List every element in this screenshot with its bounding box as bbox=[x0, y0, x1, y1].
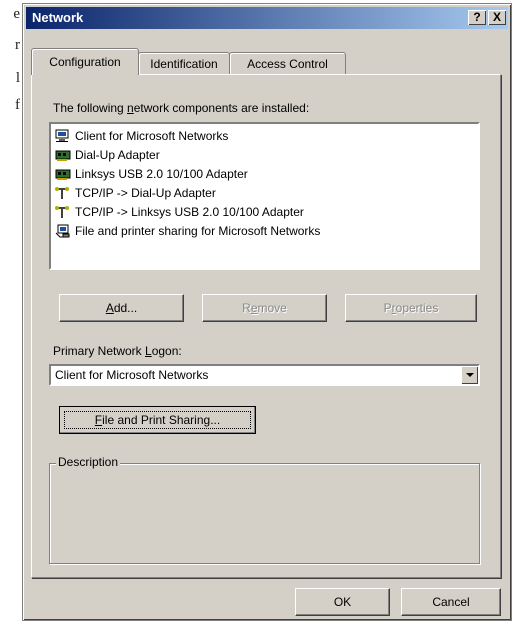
background-document-text: e r l f bbox=[13, 6, 20, 113]
tab-identification[interactable]: Identification bbox=[138, 52, 230, 74]
components-label: The following network components are ins… bbox=[53, 101, 310, 115]
primary-logon-select[interactable]: Client for Microsoft Networks bbox=[49, 364, 480, 386]
description-legend: Description bbox=[56, 455, 121, 469]
help-button[interactable]: ? bbox=[468, 10, 486, 25]
primary-logon-label: Primary Network Logon: bbox=[53, 344, 182, 358]
list-item[interactable]: TCP/IP -> Linksys USB 2.0 10/100 Adapter bbox=[55, 205, 304, 219]
adapter-icon bbox=[55, 148, 71, 162]
properties-button[interactable]: Properties bbox=[345, 294, 477, 322]
adapter-icon bbox=[55, 167, 71, 181]
cancel-button[interactable]: Cancel bbox=[401, 588, 501, 616]
components-list[interactable]: Client for Microsoft Networks Dial-Up Ad… bbox=[49, 122, 480, 270]
description-group: Description bbox=[49, 455, 480, 564]
title-bar[interactable]: Network ? X bbox=[26, 7, 508, 29]
network-dialog: Network ? X Configuration Identification… bbox=[22, 3, 512, 621]
tab-configuration[interactable]: Configuration bbox=[31, 48, 139, 75]
primary-logon-value: Client for Microsoft Networks bbox=[55, 368, 209, 382]
protocol-icon bbox=[55, 205, 71, 219]
network-client-icon bbox=[55, 129, 71, 143]
close-button[interactable]: X bbox=[488, 10, 506, 25]
ok-button[interactable]: OK bbox=[295, 588, 390, 616]
chevron-down-icon[interactable] bbox=[461, 366, 478, 384]
add-button[interactable]: Add... bbox=[59, 294, 184, 322]
tab-access-control[interactable]: Access Control bbox=[229, 52, 346, 74]
list-item[interactable]: TCP/IP -> Dial-Up Adapter bbox=[55, 186, 216, 200]
window-title: Network bbox=[32, 10, 84, 25]
file-sharing-icon bbox=[55, 224, 71, 238]
list-item[interactable]: Linksys USB 2.0 10/100 Adapter bbox=[55, 167, 248, 181]
list-item[interactable]: Client for Microsoft Networks bbox=[55, 129, 228, 143]
list-item[interactable]: Dial-Up Adapter bbox=[55, 148, 160, 162]
file-print-sharing-button[interactable]: File and Print Sharing... bbox=[59, 406, 256, 434]
remove-button[interactable]: Remove bbox=[202, 294, 327, 322]
protocol-icon bbox=[55, 186, 71, 200]
list-item[interactable]: File and printer sharing for Microsoft N… bbox=[55, 224, 320, 238]
